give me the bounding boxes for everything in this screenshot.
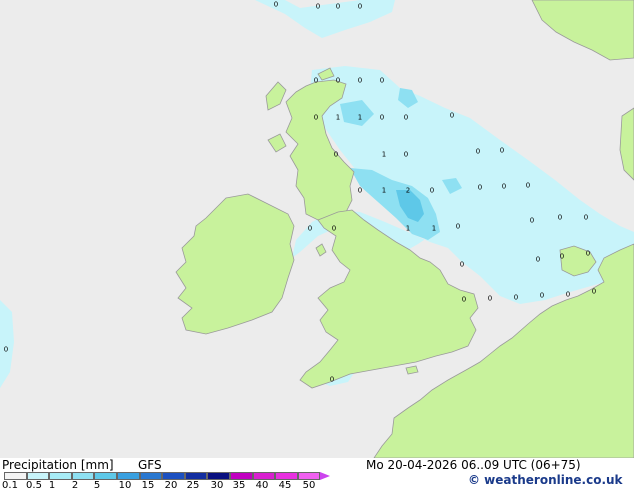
precip-value-label: 0 — [404, 151, 408, 159]
precip-value-label: 1 — [336, 114, 340, 122]
model-name: GFS — [138, 458, 162, 472]
precip-value-label: 0 — [500, 147, 504, 155]
legend-swatch — [252, 472, 276, 480]
legend-swatch — [184, 472, 208, 480]
legend-swatch — [297, 472, 321, 480]
legend-arrow-icon — [320, 472, 331, 480]
precip-value-label: 1 — [432, 225, 436, 233]
legend-tick-label: 0.5 — [26, 480, 42, 491]
precip-value-label: 0 — [592, 288, 596, 296]
legend-swatch — [49, 472, 72, 480]
legend-swatch — [229, 472, 253, 480]
precip-value-label: 0 — [358, 3, 362, 11]
precip-value-label: 1 — [382, 151, 386, 159]
legend-ticks: 0.1 0.5 1 2 5 10 15 20 25 30 35 40 45 50 — [0, 480, 634, 492]
precip-value-label: 0 — [514, 294, 518, 302]
legend-tick-label: 40 — [255, 480, 269, 491]
precip-value-label: 0 — [488, 295, 492, 303]
legend-swatch — [4, 472, 27, 480]
precip-value-label: 0 — [314, 77, 318, 85]
precip-value-label: 1 — [358, 114, 362, 122]
precip-value-label: 0 — [380, 114, 384, 122]
legend-swatch — [139, 472, 163, 480]
precip-value-label: 0 — [536, 256, 540, 264]
legend-tick-label: 2 — [71, 480, 79, 491]
precip-value-label: 0 — [540, 292, 544, 300]
precip-value-label: 0 — [530, 217, 534, 225]
precip-value-label: 0 — [450, 112, 454, 120]
precip-value-label: 0 — [558, 214, 562, 222]
precip-value-label: 0 — [358, 187, 362, 195]
legend-swatch — [162, 472, 185, 480]
valid-time: Mo 20-04-2026 06..09 UTC (06+75) — [366, 458, 581, 472]
legend-tick-label: 30 — [210, 480, 224, 491]
legend-swatch — [116, 472, 140, 480]
precip-value-label: 0 — [462, 296, 466, 304]
legend-tick-label: 35 — [232, 480, 246, 491]
precip-value-label: 0 — [584, 214, 588, 222]
precip-value-label: 0 — [336, 77, 340, 85]
precip-value-label: 0 — [316, 3, 320, 11]
precip-value-label: 0 — [566, 291, 570, 299]
legend-swatch — [207, 472, 230, 480]
precip-value-label: 0 — [334, 151, 338, 159]
legend-tick-label: 15 — [141, 480, 155, 491]
precip-value-label: 0 — [526, 182, 530, 190]
precip-value-label: 1 — [382, 187, 386, 195]
precip-value-label: 0 — [478, 184, 482, 192]
legend-tick-label: 45 — [278, 480, 292, 491]
legend-tick-label: 1 — [48, 480, 56, 491]
precip-value-label: 0 — [308, 225, 312, 233]
legend-swatch — [94, 472, 117, 480]
legend-tick-label: 10 — [118, 480, 132, 491]
precip-value-label: 1 — [406, 225, 410, 233]
legend-swatch — [275, 472, 298, 480]
precip-value-label: 0 — [502, 183, 506, 191]
map-title: Precipitation [mm] — [2, 458, 114, 472]
legend-tick-label: 50 — [302, 480, 316, 491]
precip-value-label: 0 — [586, 250, 590, 258]
precip-value-label: 2 — [406, 187, 410, 195]
legend-tick-label: 25 — [186, 480, 200, 491]
legend-tick-label: 20 — [164, 480, 178, 491]
precip-value-label: 0 — [460, 261, 464, 269]
precip-value-label: 0 — [358, 77, 362, 85]
legend-tick-label: 5 — [93, 480, 101, 491]
map-svg: 0 0 0 0 0 0 0 0 0 1 1 0 0 0 0 1 0 0 0 0 1 2 0 0 0 0 0 0 1 1 0 0 0 0 0 0 0 0 0 0… — [0, 0, 634, 458]
precip-value-label: 0 — [274, 1, 278, 9]
precip-value-label: 0 — [330, 376, 334, 384]
legend-swatch — [71, 472, 95, 480]
precip-value-label: 0 — [456, 223, 460, 231]
legend-color-bar — [4, 472, 331, 480]
precip-value-label: 0 — [430, 187, 434, 195]
precip-value-label: 0 — [332, 225, 336, 233]
precip-value-label: 0 — [336, 3, 340, 11]
precipitation-map: 0 0 0 0 0 0 0 0 0 1 1 0 0 0 0 1 0 0 0 0 1 2 0 0 0 0 0 0 1 1 0 0 0 0 0 0 0 0 0 0… — [0, 0, 634, 458]
precip-value-label: 0 — [380, 77, 384, 85]
precip-value-label: 0 — [4, 346, 8, 354]
legend-tick-label: 0.1 — [2, 480, 18, 491]
legend-swatch — [26, 472, 50, 480]
precip-value-label: 0 — [560, 253, 564, 261]
precip-value-label: 0 — [314, 114, 318, 122]
precip-value-label: 0 — [476, 148, 480, 156]
precip-value-label: 0 — [404, 114, 408, 122]
